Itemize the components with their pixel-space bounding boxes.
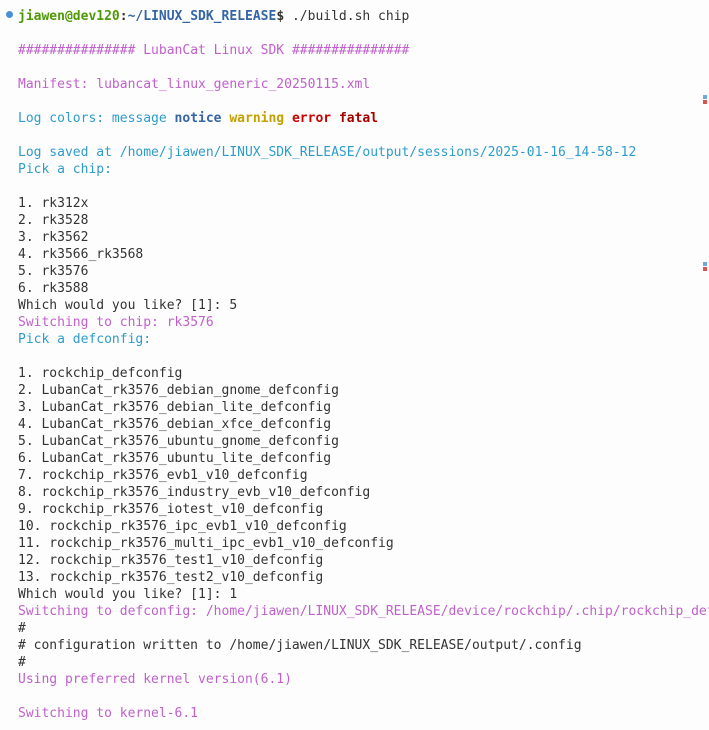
- defconfig-option: 3. LubanCat_rk3576_debian_lite_defconfig: [18, 399, 691, 416]
- config-hash: #: [18, 654, 691, 671]
- chip-option: 5. rk3576: [18, 263, 691, 280]
- defconfig-option: 7. rockchip_rk3576_evb1_v10_defconfig: [18, 467, 691, 484]
- chip-option: 6. rk3588: [18, 280, 691, 297]
- prompt-line[interactable]: jiawen@dev120:~/LINUX_SDK_RELEASE$ ./bui…: [18, 8, 691, 25]
- kernel-switch: Switching to kernel-6.1: [18, 705, 691, 722]
- log-colors: Log colors: message notice warning error…: [18, 110, 691, 127]
- defconfig-option: 2. LubanCat_rk3576_debian_gnome_defconfi…: [18, 382, 691, 399]
- defconfig-option: 12. rockchip_rk3576_test1_v10_defconfig: [18, 552, 691, 569]
- kernel-preferred: Using preferred kernel version(6.1): [18, 671, 691, 688]
- banner: ############### LubanCat Linux SDK #####…: [18, 42, 691, 59]
- command: ./build.sh chip: [292, 9, 409, 24]
- user-host: jiawen@dev120: [18, 9, 120, 24]
- status-dot-icon: [6, 11, 13, 18]
- scrollbar-mark-icon: [703, 100, 707, 104]
- pick-chip-label: Pick a chip:: [18, 161, 691, 178]
- log-saved: Log saved at /home/jiawen/LINUX_SDK_RELE…: [18, 144, 691, 161]
- pick-defconfig-label: Pick a defconfig:: [18, 331, 691, 348]
- scrollbar-mark-icon: [703, 267, 707, 271]
- chip-option: 2. rk3528: [18, 212, 691, 229]
- scrollbar-mark-icon: [703, 95, 707, 99]
- defconfig-option: 9. rockchip_rk3576_iotest_v10_defconfig: [18, 501, 691, 518]
- manifest: Manifest: lubancat_linux_generic_2025011…: [18, 76, 691, 93]
- chip-option: 4. rk3566_rk3568: [18, 246, 691, 263]
- defconfig-option: 1. rockchip_defconfig: [18, 365, 691, 382]
- cwd: ~/LINUX_SDK_RELEASE: [128, 9, 277, 24]
- chip-option: 1. rk312x: [18, 195, 691, 212]
- config-written: # configuration written to /home/jiawen/…: [18, 637, 691, 654]
- config-hash: #: [18, 620, 691, 637]
- defconfig-option: 8. rockchip_rk3576_industry_evb_v10_defc…: [18, 484, 691, 501]
- switch-defconfig: Switching to defconfig: /home/jiawen/LIN…: [18, 603, 691, 620]
- defconfig-prompt[interactable]: Which would you like? [1]: 1: [18, 586, 691, 603]
- defconfig-option: 6. LubanCat_rk3576_ubuntu_lite_defconfig: [18, 450, 691, 467]
- defconfig-option: 13. rockchip_rk3576_test2_v10_defconfig: [18, 569, 691, 586]
- defconfig-option: 11. rockchip_rk3576_multi_ipc_evb1_v10_d…: [18, 535, 691, 552]
- defconfig-option: 4. LubanCat_rk3576_debian_xfce_defconfig: [18, 416, 691, 433]
- chip-prompt[interactable]: Which would you like? [1]: 5: [18, 297, 691, 314]
- defconfig-option: 5. LubanCat_rk3576_ubuntu_gnome_defconfi…: [18, 433, 691, 450]
- chip-option: 3. rk3562: [18, 229, 691, 246]
- defconfig-option: 10. rockchip_rk3576_ipc_evb1_v10_defconf…: [18, 518, 691, 535]
- scrollbar-mark-icon: [703, 262, 707, 266]
- switch-chip: Switching to chip: rk3576: [18, 314, 691, 331]
